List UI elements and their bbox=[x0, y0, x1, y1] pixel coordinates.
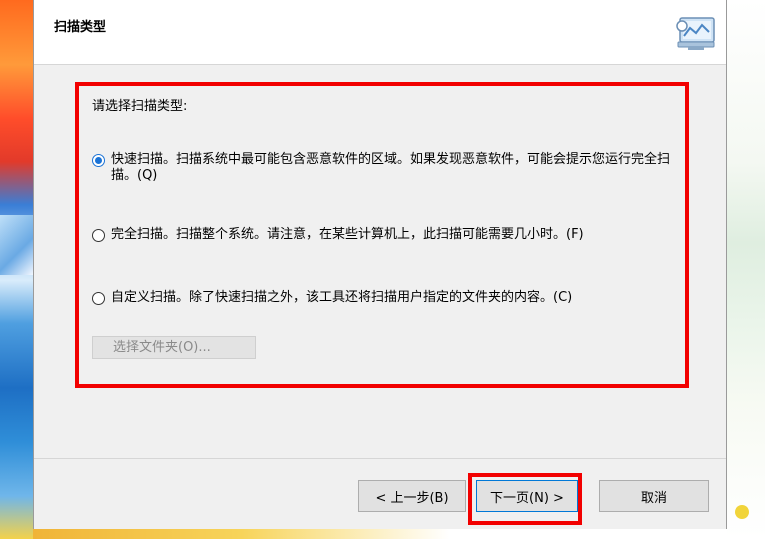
back-button[interactable]: < 上一步(B) bbox=[358, 480, 466, 512]
custom-scan-radio[interactable] bbox=[92, 292, 105, 305]
next-button-highlight-frame bbox=[468, 473, 582, 525]
computer-scan-icon bbox=[674, 14, 718, 54]
page-title: 扫描类型 bbox=[54, 20, 107, 35]
quick-scan-radio[interactable] bbox=[92, 154, 105, 167]
wallpaper-decoration bbox=[735, 505, 749, 519]
quick-scan-label: 快速扫描。扫描系统中最可能包含恶意软件的区域。如果发现恶意软件，可能会提示您运行… bbox=[111, 152, 671, 183]
scan-type-dialog: 扫描类型 请选择扫描类型: 快速扫描。扫描系统中最可能包含恶意软件的区域。如果发… bbox=[33, 0, 727, 529]
cancel-button[interactable]: 取消 bbox=[599, 480, 709, 512]
scan-type-prompt: 请选择扫描类型: bbox=[92, 99, 188, 114]
dialog-header: 扫描类型 bbox=[34, 0, 726, 65]
desktop-wallpaper-bottom bbox=[33, 529, 727, 539]
full-scan-radio[interactable] bbox=[92, 229, 105, 242]
custom-scan-option[interactable]: 自定义扫描。除了快速扫描之外，该工具还将扫描用户指定的文件夹的内容。(C) bbox=[92, 290, 671, 306]
footer-divider bbox=[34, 458, 726, 459]
quick-scan-option[interactable]: 快速扫描。扫描系统中最可能包含恶意软件的区域。如果发现恶意软件，可能会提示您运行… bbox=[92, 152, 671, 184]
full-scan-label: 完全扫描。扫描整个系统。请注意，在某些计算机上，此扫描可能需要几小时。(F) bbox=[111, 227, 584, 242]
dialog-content: 请选择扫描类型: 快速扫描。扫描系统中最可能包含恶意软件的区域。如果发现恶意软件… bbox=[34, 65, 726, 450]
desktop-wallpaper-left bbox=[0, 0, 33, 539]
full-scan-option[interactable]: 完全扫描。扫描整个系统。请注意，在某些计算机上，此扫描可能需要几小时。(F) bbox=[92, 227, 671, 243]
custom-scan-label: 自定义扫描。除了快速扫描之外，该工具还将扫描用户指定的文件夹的内容。(C) bbox=[111, 290, 573, 305]
desktop-wallpaper-right bbox=[727, 0, 765, 539]
choose-folder-button[interactable]: 选择文件夹(O)... bbox=[92, 336, 256, 359]
